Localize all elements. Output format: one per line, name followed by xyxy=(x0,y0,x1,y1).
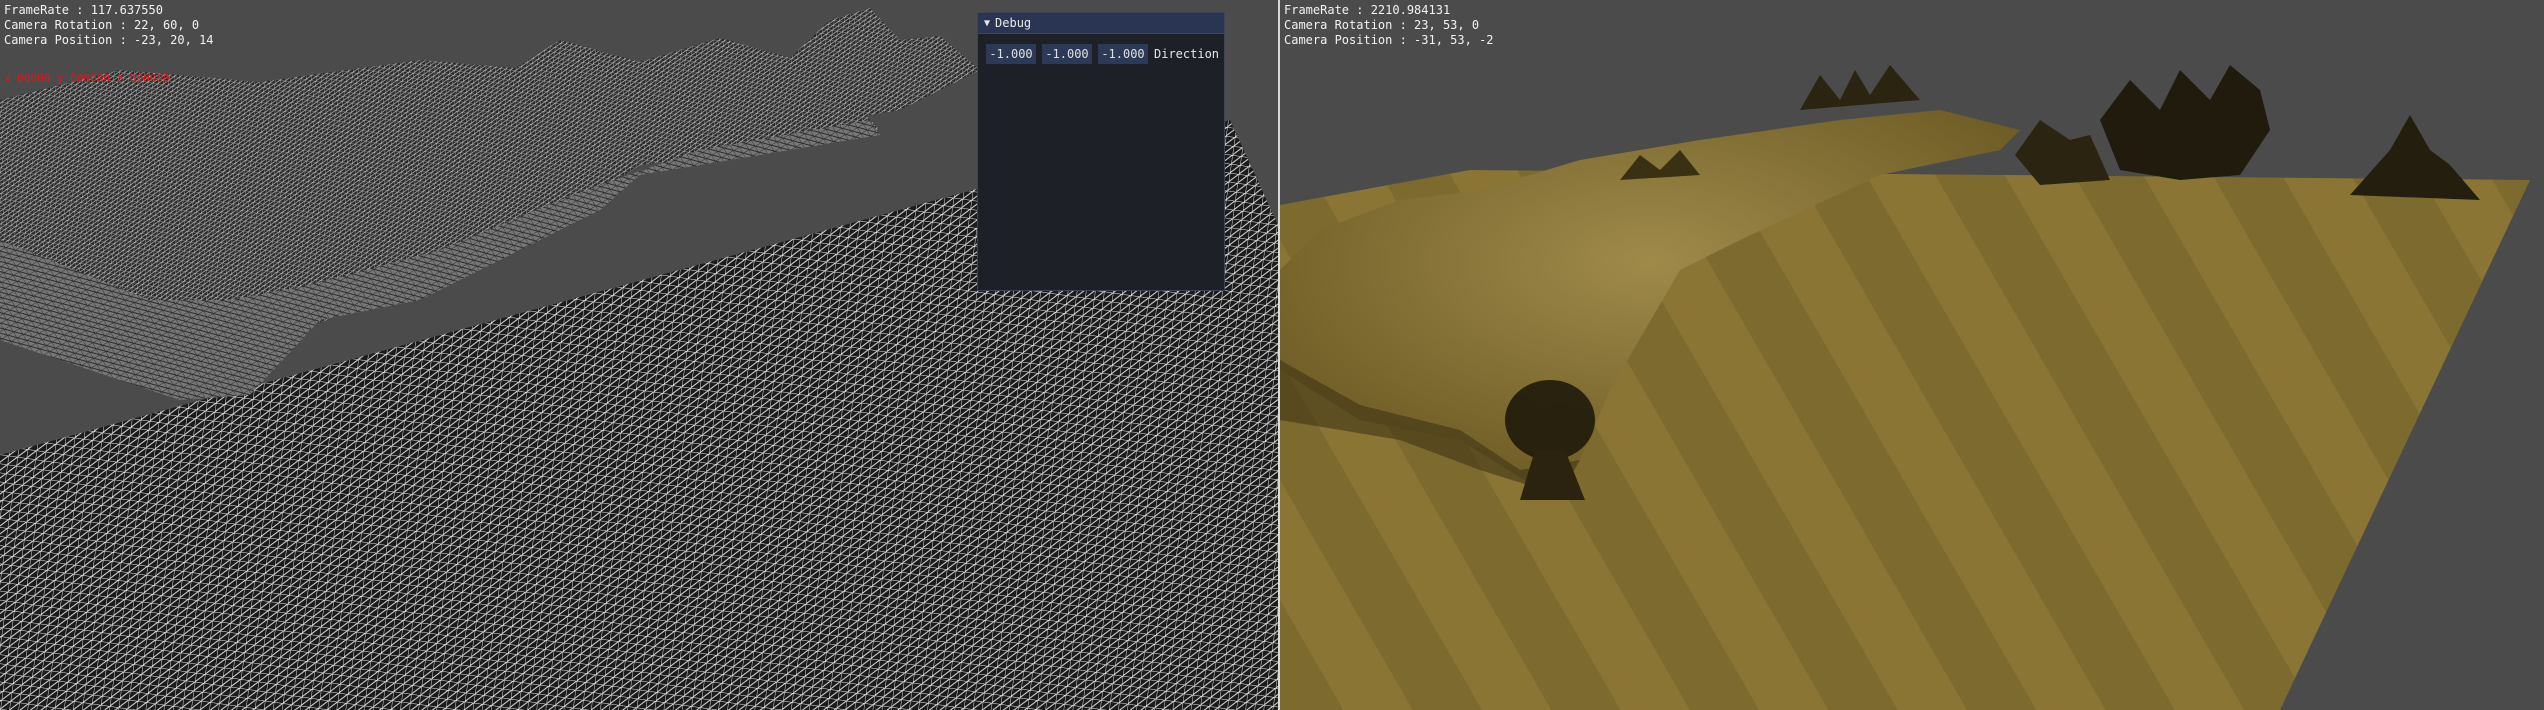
direction-x-field[interactable]: -1.000 xyxy=(986,44,1036,64)
camera-rotation-text: Camera Rotation : 22, 60, 0 xyxy=(4,18,200,32)
textured-terrain xyxy=(1280,65,2530,710)
debug-window[interactable]: ▼ Debug -1.000 -1.000 -1.000 Direction xyxy=(977,12,1225,291)
framerate-text: FrameRate : 117.637550 xyxy=(4,3,163,17)
direction-y-field[interactable]: -1.000 xyxy=(1042,44,1092,64)
camera-rotation-text: Camera Rotation : 23, 53, 0 xyxy=(1284,18,1480,32)
debug-window-titlebar[interactable]: ▼ Debug xyxy=(978,13,1224,34)
direction-z-field[interactable]: -1.000 xyxy=(1098,44,1148,64)
hud-stats-right: FrameRate : 2210.984131 Camera Rotation :… xyxy=(1284,3,1494,48)
framerate-text: FrameRate : 2210.984131 xyxy=(1284,3,1451,17)
textured-viewport[interactable]: FrameRate : 2210.984131 Camera Rotation :… xyxy=(1280,0,2544,710)
hud-stats-left: FrameRate : 117.637550 Camera Rotation : … xyxy=(4,3,214,48)
debug-window-title: Debug xyxy=(995,16,1032,30)
direction-row: -1.000 -1.000 -1.000 Direction xyxy=(986,44,1224,64)
direction-label: Direction xyxy=(1154,47,1220,61)
camera-position-text: Camera Position : -31, 53, -2 xyxy=(1284,33,1494,47)
red-overlay-text: x 00000 y 000000 z 000000 xyxy=(4,72,170,85)
camera-position-text: Camera Position : -23, 20, 14 xyxy=(4,33,214,47)
collapse-triangle-icon[interactable]: ▼ xyxy=(984,18,990,29)
